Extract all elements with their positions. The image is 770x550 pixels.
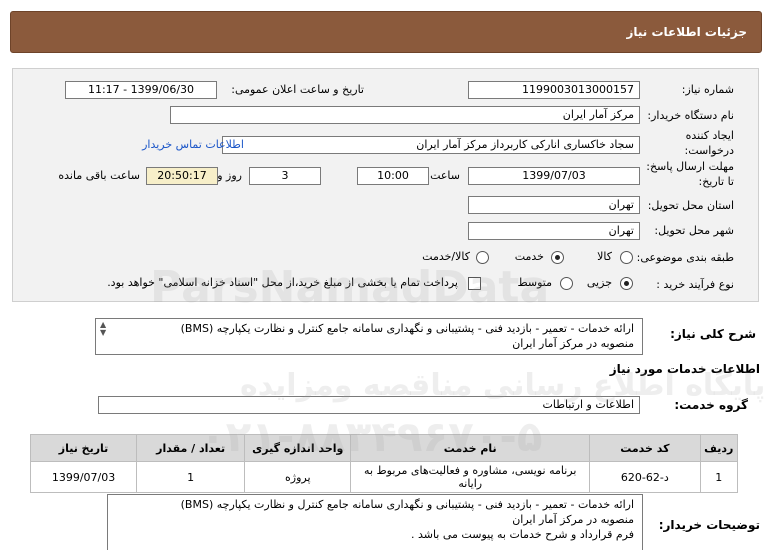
deadline-date-field[interactable]: 1399/07/03 <box>468 167 640 185</box>
service-group-field[interactable]: اطلاعات و ارتباطات <box>98 396 640 414</box>
need-number-field[interactable]: 1199003013000157 <box>468 81 640 99</box>
province-label: استان محل تحویل: <box>647 199 734 212</box>
table-row[interactable]: 1 د-62-620 برنامه نویسی، مشاوره و فعالیت… <box>29 461 739 493</box>
announce-date-label: تاریخ و ساعت اعلان عمومی: <box>231 83 364 96</box>
creator-label-line2: درخواست: <box>684 144 734 157</box>
remaining-time-field[interactable]: 20:50:17 <box>146 167 218 185</box>
page-header: جزئیات اطلاعات نیاز <box>10 11 762 53</box>
col-qty: تعداد / مقدار <box>136 434 246 462</box>
cell-unit: پروژه <box>244 461 352 493</box>
announce-date-field[interactable]: 1399/06/30 - 11:17 <box>65 81 217 99</box>
summary-textarea[interactable]: ارائه خدمات - تعمیر - بازدید فنی - پشتیب… <box>95 318 643 355</box>
cell-code: د-62-620 <box>589 461 701 493</box>
purchase-medium-label: متوسط <box>517 276 552 289</box>
treasury-checkbox[interactable] <box>468 277 481 290</box>
category-label: طبقه بندی موضوعی: <box>636 251 734 264</box>
deadline-label-line2: تا تاریخ: <box>698 175 734 188</box>
remaining-time-label: ساعت باقی مانده <box>58 169 140 182</box>
buyer-contact-link[interactable]: اطلاعات تماس خریدار <box>142 138 244 151</box>
buyer-field[interactable]: مرکز آمار ایران <box>170 106 640 124</box>
col-date: تاریخ نیاز <box>29 434 138 462</box>
page-title: جزئیات اطلاعات نیاز <box>626 25 747 39</box>
service-group-label: گروه خدمت: <box>674 398 748 412</box>
category-goods-service-label: کالا/خدمت <box>422 250 470 263</box>
need-details-panel <box>12 68 759 302</box>
need-number-label: شماره نیاز: <box>681 83 734 96</box>
days-label: روز و <box>217 169 242 182</box>
purchase-minor-label: جزیی <box>586 276 612 289</box>
col-code: کد خدمت <box>589 434 701 462</box>
purchase-medium-radio[interactable] <box>560 277 573 290</box>
col-row: ردیف <box>699 434 739 462</box>
treasury-note: پرداخت تمام یا بخشی از مبلغ خرید،از محل … <box>107 276 458 289</box>
deadline-time-label: ساعت <box>430 169 460 182</box>
buyer-notes-line-2: منصوبه در مرکز آمار ایران <box>512 513 634 526</box>
deadline-time-field[interactable]: 10:00 <box>357 167 429 185</box>
services-section-title: اطلاعات خدمات مورد نیاز <box>609 362 760 376</box>
summary-line-2: منصوبه در مرکز آمار ایران <box>512 337 634 350</box>
deadline-label-line1: مهلت ارسال پاسخ: <box>646 160 734 173</box>
creator-field[interactable]: سجاد خاکساری انارکی کاربرداز مرکز آمار ا… <box>222 136 640 154</box>
creator-label-line1: ایجاد کننده <box>685 129 734 142</box>
scroll-arrows-icon[interactable]: ▲ ▼ <box>100 321 106 337</box>
category-service-radio[interactable] <box>551 251 564 264</box>
category-goods-label: کالا <box>597 250 612 263</box>
cell-date: 1399/07/03 <box>29 461 138 493</box>
cell-name: برنامه نویسی، مشاوره و فعالیت‌های مربوط … <box>350 461 591 493</box>
purchase-type-label: نوع فرآیند خرید : <box>656 278 734 291</box>
purchase-minor-radio[interactable] <box>620 277 633 290</box>
col-name: نام خدمت <box>350 434 591 462</box>
category-service-label: خدمت <box>514 250 544 263</box>
category-goods-radio[interactable] <box>620 251 633 264</box>
buyer-notes-line-1: ارائه خدمات - تعمیر - بازدید فنی - پشتیب… <box>180 498 634 511</box>
city-label: شهر محل تحویل: <box>654 224 734 237</box>
buyer-label: نام دستگاه خریدار: <box>647 109 734 122</box>
buyer-notes-label: توضیحات خریدار: <box>658 518 760 532</box>
summary-line-1: ارائه خدمات - تعمیر - بازدید فنی - پشتیب… <box>180 322 634 335</box>
days-remaining-field[interactable]: 3 <box>249 167 321 185</box>
city-field[interactable]: تهران <box>468 222 640 240</box>
services-table: ردیف کد خدمت نام خدمت واحد اندازه گیری ت… <box>29 434 739 493</box>
cell-qty: 1 <box>136 461 246 493</box>
col-unit: واحد اندازه گیری <box>244 434 352 462</box>
summary-label: شرح کلی نیاز: <box>670 327 756 341</box>
buyer-notes-textarea[interactable]: ارائه خدمات - تعمیر - بازدید فنی - پشتیب… <box>107 494 643 550</box>
buyer-notes-line-3: فرم قرارداد و شرح خدمات به پیوست می باشد… <box>410 528 634 541</box>
category-goods-service-radio[interactable] <box>476 251 489 264</box>
cell-row: 1 <box>699 461 739 493</box>
province-field[interactable]: تهران <box>468 196 640 214</box>
